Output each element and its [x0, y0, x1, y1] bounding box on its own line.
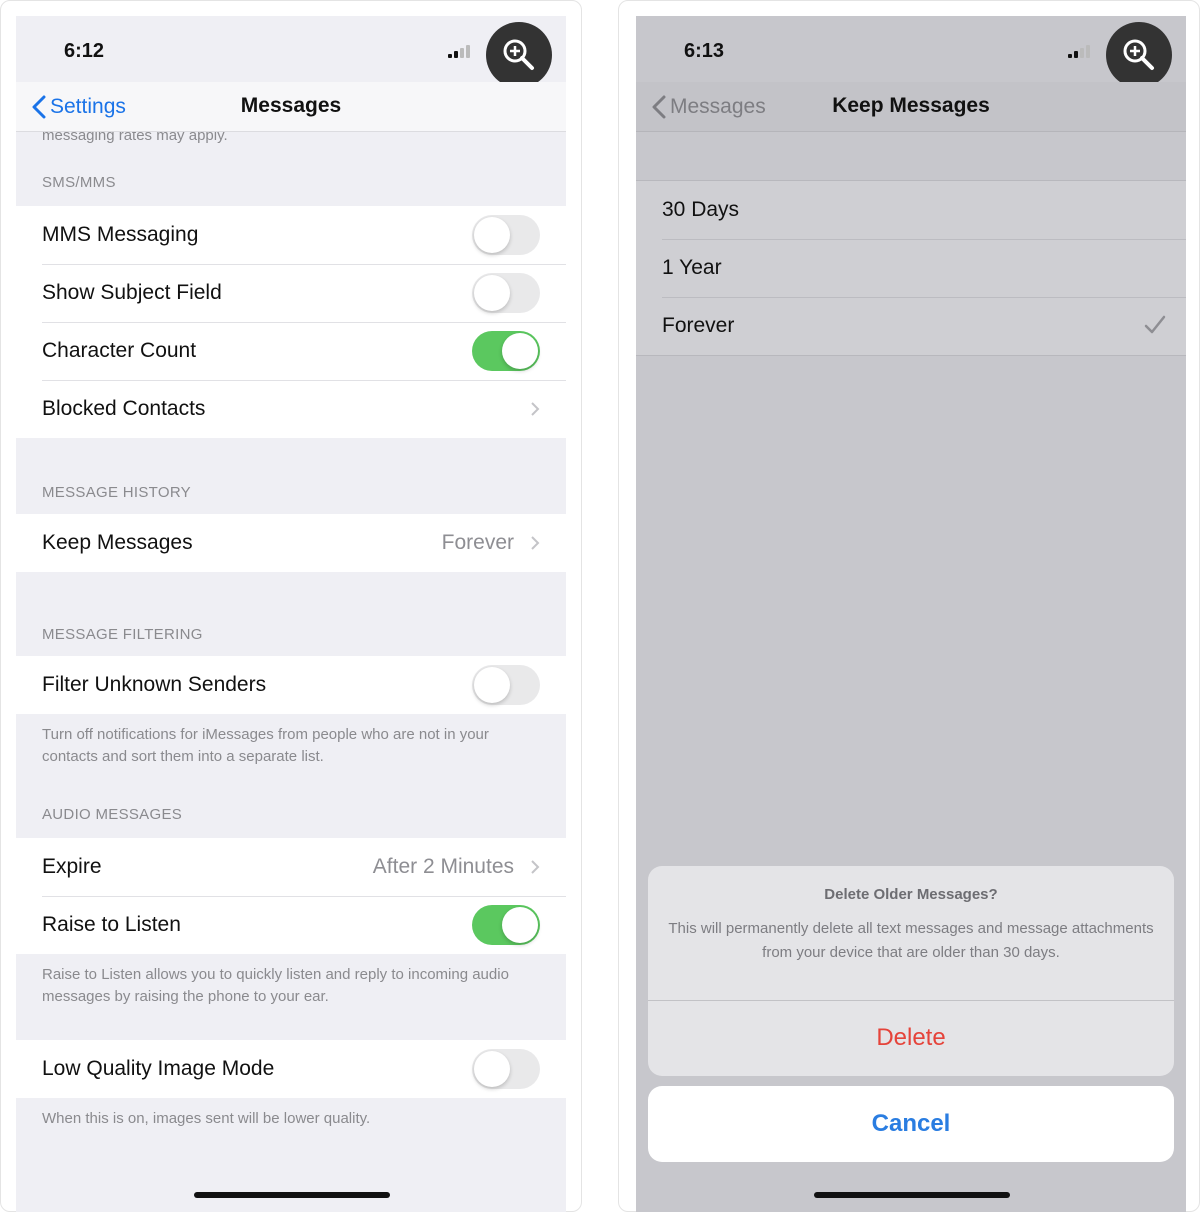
sms-mms-group: MMS Messaging Show Subject Field Charact… [16, 206, 566, 438]
option-label: 1 Year [662, 256, 722, 279]
option-1-year[interactable]: 1 Year [636, 239, 1186, 297]
keep-messages-row[interactable]: Keep Messages Forever [16, 514, 566, 572]
filter-footnote: Turn off notifications for iMessages fro… [42, 726, 489, 765]
section-header-sms-mms: SMS/MMS [42, 174, 116, 191]
checkmark-icon [1144, 315, 1166, 334]
expire-row[interactable]: Expire After 2 Minutes [16, 838, 566, 896]
chevron-right-icon [531, 402, 540, 416]
home-indicator [814, 1192, 1010, 1198]
delete-button[interactable]: Delete [648, 1000, 1174, 1076]
mms-messaging-toggle[interactable] [472, 215, 540, 255]
row-label: Raise to Listen [42, 913, 181, 936]
low-quality-image-mode-toggle[interactable] [472, 1049, 540, 1089]
zoom-in-button[interactable] [1106, 22, 1172, 88]
page-title: Messages [240, 94, 342, 117]
row-label: Filter Unknown Senders [42, 673, 267, 696]
character-count-row: Character Count [16, 322, 566, 380]
raise-to-listen-row: Raise to Listen [16, 896, 566, 954]
navigation-bar: Messages Keep Messages [636, 82, 1186, 132]
row-label: Keep Messages [42, 531, 193, 554]
navigation-bar: Settings Messages [16, 82, 566, 132]
show-subject-field-row: Show Subject Field [16, 264, 566, 322]
show-subject-field-toggle[interactable] [472, 273, 540, 313]
alert-title: Delete Older Messages? [824, 886, 998, 903]
filter-unknown-senders-row: Filter Unknown Senders [16, 656, 566, 714]
option-label: Forever [662, 314, 735, 337]
option-forever[interactable]: Forever [636, 297, 1186, 355]
raise-to-listen-footnote: Raise to Listen allows you to quickly li… [42, 966, 509, 1005]
alert-message: This will permanently delete all text me… [668, 920, 1154, 961]
section-header-audio-messages: AUDIO MESSAGES [42, 806, 183, 823]
settings-list[interactable]: messaging rates may apply. SMS/MMS MMS M… [16, 132, 566, 1130]
row-label: Expire [42, 855, 102, 878]
zoom-in-icon [503, 39, 534, 70]
chevron-right-icon [531, 536, 540, 550]
option-label: 30 Days [662, 198, 740, 221]
status-bar: 6:13 [636, 16, 1186, 88]
delete-alert-sheet: Delete Older Messages? This will permane… [648, 866, 1174, 1076]
row-label: Blocked Contacts [42, 397, 206, 420]
signal-icon [448, 44, 474, 58]
message-history-group: Keep Messages Forever [16, 514, 566, 572]
keep-messages-value: Forever [441, 531, 514, 554]
option-30-days[interactable]: 30 Days [636, 181, 1186, 239]
chevron-right-icon [531, 860, 540, 874]
zoom-in-icon [1123, 39, 1154, 70]
status-time: 6:13 [684, 40, 725, 62]
signal-icon [1068, 44, 1094, 58]
status-time: 6:12 [64, 40, 105, 62]
low-quality-image-mode-row: Low Quality Image Mode [16, 1040, 566, 1098]
filter-unknown-senders-toggle[interactable] [472, 665, 540, 705]
low-quality-group: Low Quality Image Mode [16, 1040, 566, 1098]
zoom-in-button[interactable] [486, 22, 552, 88]
page-title: Keep Messages [832, 94, 990, 117]
home-indicator [194, 1192, 390, 1198]
status-bar: 6:12 [16, 16, 566, 88]
audio-messages-group: Expire After 2 Minutes Raise to Listen [16, 838, 566, 954]
keep-messages-screen: 6:13 Messages Keep Messages 30 Days 1 Ye… [636, 16, 1186, 1212]
low-quality-footnote: When this is on, images sent will be low… [42, 1110, 371, 1127]
cancel-button[interactable]: Cancel [648, 1086, 1174, 1162]
row-label: MMS Messaging [42, 223, 199, 246]
cut-off-footnote: messaging rates may apply. [42, 132, 228, 144]
character-count-toggle[interactable] [472, 331, 540, 371]
raise-to-listen-toggle[interactable] [472, 905, 540, 945]
section-header-message-history: MESSAGE HISTORY [42, 484, 191, 501]
blocked-contacts-row[interactable]: Blocked Contacts [16, 380, 566, 438]
row-label: Show Subject Field [42, 281, 222, 304]
messages-settings-screen: 6:12 Settings Messages messaging rates m… [16, 16, 566, 1212]
row-label: Low Quality Image Mode [42, 1057, 275, 1080]
expire-value: After 2 Minutes [372, 855, 514, 878]
section-header-message-filtering: MESSAGE FILTERING [42, 626, 203, 643]
row-label: Character Count [42, 339, 197, 362]
keep-messages-options: 30 Days 1 Year Forever [636, 180, 1186, 356]
mms-messaging-row: MMS Messaging [16, 206, 566, 264]
message-filtering-group: Filter Unknown Senders [16, 656, 566, 714]
